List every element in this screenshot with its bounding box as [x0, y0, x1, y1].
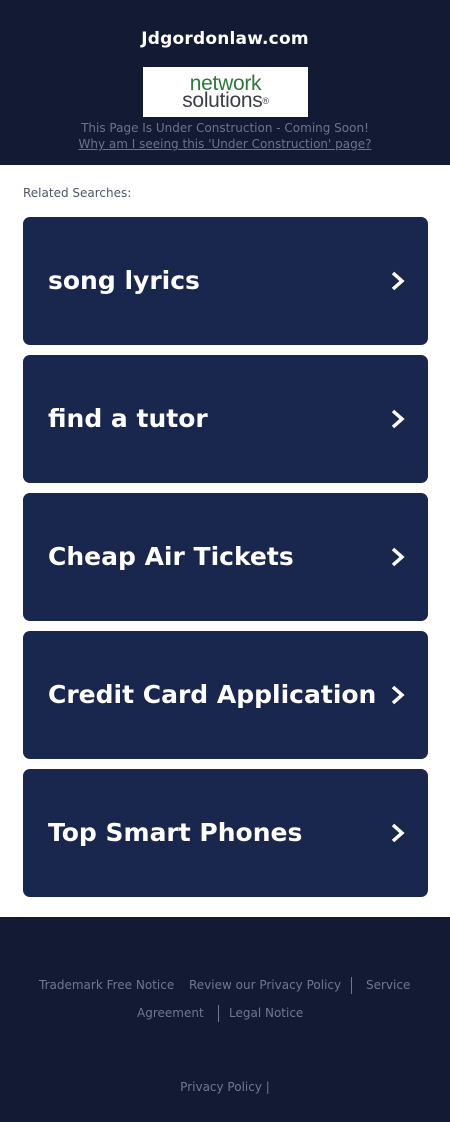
under-construction-link[interactable]: Why am I seeing this 'Under Construction… — [0, 137, 450, 151]
related-searches-heading: Related Searches: — [23, 186, 132, 200]
privacy-policy-row: Privacy Policy | — [0, 1080, 450, 1094]
search-card-top-smart-phones[interactable]: Top Smart Phones — [23, 769, 428, 897]
search-card-song-lyrics[interactable]: song lyrics — [23, 217, 428, 345]
search-card-find-a-tutor[interactable]: find a tutor — [23, 355, 428, 483]
under-construction-text: This Page Is Under Construction - Coming… — [81, 121, 369, 135]
footer-separator — [351, 977, 352, 994]
search-card-label: Top Smart Phones — [48, 818, 303, 847]
chevron-right-icon — [391, 823, 405, 843]
trademark-notice-link[interactable]: Trademark Free Notice — [39, 978, 174, 992]
logo-line-solutions: solutions® — [182, 89, 269, 112]
footer: Trademark Free Notice Review our Privacy… — [0, 917, 450, 1122]
service-agreement-link-part2[interactable]: Agreement — [137, 1006, 204, 1020]
search-card-label: find a tutor — [48, 404, 208, 433]
privacy-policy-link[interactable]: Privacy Policy — [180, 1080, 262, 1094]
footer-separator — [218, 1005, 219, 1022]
chevron-right-icon — [391, 685, 405, 705]
header: Jdgordonlaw.com network solutions® This … — [0, 0, 450, 165]
legal-notice-link[interactable]: Legal Notice — [229, 1006, 303, 1020]
search-card-credit-card-application[interactable]: Credit Card Application — [23, 631, 428, 759]
domain-title: Jdgordonlaw.com — [141, 29, 309, 49]
chevron-right-icon — [391, 547, 405, 567]
privacy-policy-separator: | — [265, 1080, 270, 1094]
service-agreement-link-part1[interactable]: Service — [366, 978, 410, 992]
chevron-right-icon — [391, 271, 405, 291]
search-card-cheap-air-tickets[interactable]: Cheap Air Tickets — [23, 493, 428, 621]
search-card-label: Cheap Air Tickets — [48, 542, 294, 571]
chevron-right-icon — [391, 409, 405, 429]
network-solutions-logo[interactable]: network solutions® — [143, 67, 308, 117]
privacy-review-link[interactable]: Review our Privacy Policy — [189, 978, 341, 992]
search-card-label: Credit Card Application — [48, 680, 377, 709]
search-card-label: song lyrics — [48, 266, 200, 295]
